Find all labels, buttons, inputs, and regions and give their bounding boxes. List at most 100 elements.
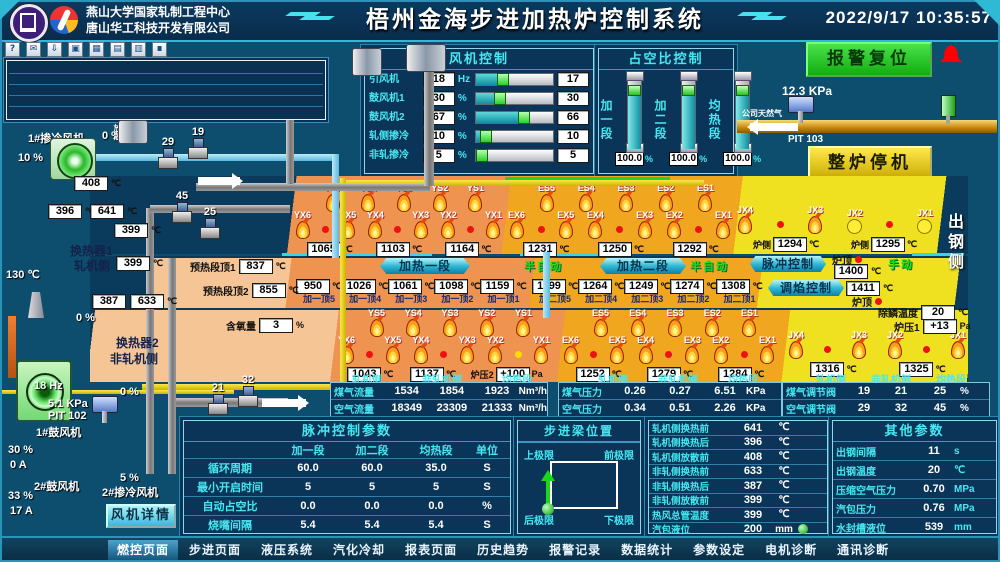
burner[interactable]: YX1 xyxy=(485,210,502,239)
burner[interactable]: YS4 xyxy=(405,308,422,337)
burner[interactable]: JX2 xyxy=(847,208,863,234)
burner[interactable]: YS1 xyxy=(467,183,484,212)
zone1-button[interactable]: 加热一段 xyxy=(380,258,470,274)
chart-icon[interactable]: ▦ xyxy=(89,42,104,57)
burner[interactable]: YS1 xyxy=(515,308,532,337)
nav-tab[interactable]: 燃控页面 xyxy=(108,540,178,560)
download-icon[interactable]: ⇩ xyxy=(47,42,62,57)
burner[interactable]: YX5 xyxy=(384,335,401,364)
burner[interactable]: YS2 xyxy=(431,183,448,212)
fan-slider[interactable] xyxy=(475,73,554,86)
burner[interactable]: EX4 xyxy=(637,335,654,364)
burner[interactable] xyxy=(366,351,373,364)
burner[interactable] xyxy=(394,226,401,239)
burner[interactable] xyxy=(695,226,702,239)
burner[interactable]: ES2 xyxy=(657,183,674,212)
burner[interactable] xyxy=(886,221,893,234)
alarm-list-box[interactable] xyxy=(6,60,326,120)
burner[interactable]: ES4 xyxy=(578,183,595,212)
burner[interactable]: JX2 xyxy=(887,330,903,359)
nav-tab[interactable]: 历史趋势 xyxy=(468,540,538,560)
fan-details-button[interactable]: 风机详情 xyxy=(106,504,176,528)
burner[interactable]: ES4 xyxy=(629,308,646,337)
burner[interactable] xyxy=(538,226,545,239)
burner[interactable]: EX6 xyxy=(508,210,525,239)
nav-tab[interactable]: 电机诊断 xyxy=(756,540,826,560)
burner[interactable]: JX1 xyxy=(950,330,966,359)
burner[interactable] xyxy=(665,351,672,364)
fan-slider[interactable] xyxy=(475,111,554,124)
pulse-control-button[interactable]: 脉冲控制 xyxy=(750,256,826,272)
burner[interactable] xyxy=(467,226,474,239)
fan-slider[interactable] xyxy=(475,130,554,143)
burner[interactable]: YX2 xyxy=(487,335,504,364)
burner[interactable]: YX3 xyxy=(459,335,476,364)
burner[interactable] xyxy=(741,351,748,364)
burner[interactable] xyxy=(322,226,329,239)
nav-tab[interactable]: 通讯诊断 xyxy=(828,540,898,560)
burner[interactable]: JX3 xyxy=(807,205,823,234)
valve-19[interactable]: 19 xyxy=(188,126,208,159)
burner[interactable]: YS2 xyxy=(478,308,495,337)
burner[interactable]: ES1 xyxy=(741,308,758,337)
fan-slider[interactable] xyxy=(475,92,554,105)
nav-tab[interactable]: 液压系统 xyxy=(252,540,322,560)
burner[interactable]: EX5 xyxy=(609,335,626,364)
nav-tab[interactable]: 报表页面 xyxy=(396,540,466,560)
burner[interactable]: EX5 xyxy=(557,210,574,239)
nav-tab[interactable]: 步进页面 xyxy=(180,540,250,560)
burner[interactable]: YX2 xyxy=(440,210,457,239)
burner[interactable] xyxy=(824,346,831,359)
burner[interactable]: EX3 xyxy=(684,335,701,364)
valve-21[interactable]: 21 xyxy=(208,382,228,415)
alarm-reset-button[interactable]: 报警复位 xyxy=(806,42,932,77)
valve-29[interactable]: 29 xyxy=(158,136,178,169)
burner[interactable]: YS3 xyxy=(441,308,458,337)
burner[interactable] xyxy=(923,346,930,359)
burner[interactable]: YS5 xyxy=(368,308,385,337)
fan-slider[interactable] xyxy=(475,149,554,162)
valve-25[interactable]: 25 xyxy=(200,206,220,239)
window-icon[interactable]: ▥ xyxy=(131,42,146,57)
burner[interactable] xyxy=(616,226,623,239)
burner[interactable]: EX1 xyxy=(715,210,732,239)
burner[interactable]: EX6 xyxy=(562,335,579,364)
lock-icon[interactable]: ∎ xyxy=(152,42,167,57)
burner[interactable]: JX3 xyxy=(851,330,867,359)
burner[interactable] xyxy=(515,351,522,364)
folder-icon[interactable]: ▣ xyxy=(68,42,83,57)
burner[interactable]: ES2 xyxy=(704,308,721,337)
burner[interactable]: EX3 xyxy=(636,210,653,239)
valve-32[interactable]: 32 xyxy=(238,374,258,407)
burner[interactable]: EX2 xyxy=(666,210,683,239)
burner[interactable]: JX4 xyxy=(788,330,804,359)
flame-control-button[interactable]: 调焰控制 xyxy=(768,280,844,296)
burner[interactable]: YX3 xyxy=(412,210,429,239)
burner[interactable]: YX1 xyxy=(533,335,550,364)
nav-tab[interactable]: 汽化冷却 xyxy=(324,540,394,560)
valve-45[interactable]: 45 xyxy=(172,190,192,223)
burner[interactable]: ES3 xyxy=(666,308,683,337)
burner[interactable]: EX1 xyxy=(759,335,776,364)
burner[interactable] xyxy=(590,351,597,364)
help-icon[interactable]: ? xyxy=(5,42,20,57)
burner[interactable]: JX4 xyxy=(737,205,753,234)
nav-tab[interactable]: 数据统计 xyxy=(612,540,682,560)
nav-tab[interactable]: 报警记录 xyxy=(540,540,610,560)
burner[interactable] xyxy=(777,221,784,234)
burner[interactable]: ES1 xyxy=(697,183,714,212)
nav-tab[interactable]: 参数设定 xyxy=(684,540,754,560)
mail-icon[interactable]: ✉ xyxy=(26,42,41,57)
burner[interactable]: YX6 xyxy=(294,210,311,239)
burner[interactable]: YX4 xyxy=(367,210,384,239)
burner[interactable]: EX4 xyxy=(587,210,604,239)
burner[interactable]: EX2 xyxy=(712,335,729,364)
duty-slider[interactable] xyxy=(681,74,696,150)
report-icon[interactable]: ▤ xyxy=(110,42,125,57)
burner[interactable]: JX1 xyxy=(917,208,933,234)
burner[interactable]: YX4 xyxy=(412,335,429,364)
burner[interactable] xyxy=(440,351,447,364)
burner[interactable]: ES3 xyxy=(617,183,634,212)
zone2-button[interactable]: 加热二段 xyxy=(600,258,686,274)
burner[interactable]: ES5 xyxy=(538,183,555,212)
